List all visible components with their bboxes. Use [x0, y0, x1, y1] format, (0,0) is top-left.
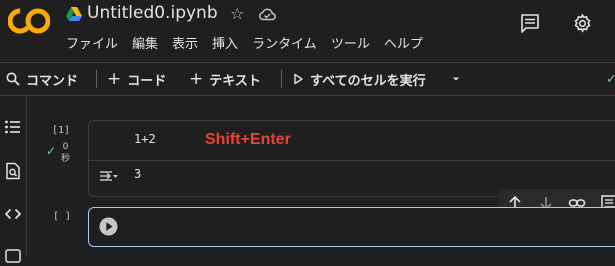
colab-logo[interactable] — [8, 6, 50, 36]
plus-icon: + — [107, 69, 122, 89]
table-of-contents-icon[interactable] — [4, 118, 22, 136]
run-cell-button[interactable] — [99, 217, 118, 236]
output-actions-icon[interactable] — [99, 169, 119, 183]
command-palette-button[interactable]: コマンド — [6, 63, 78, 95]
toolbar-divider — [281, 70, 282, 88]
code-snippets-icon[interactable] — [4, 205, 22, 223]
add-text-button[interactable]: + テキスト — [189, 63, 261, 95]
command-label: コマンド — [26, 73, 79, 89]
chevron-down-icon — [453, 77, 459, 81]
menu-file[interactable]: ファイル — [66, 33, 118, 52]
menu-insert[interactable]: 挿入 — [212, 33, 238, 52]
run-all-label: すべてのセルを実行 — [310, 73, 426, 89]
shortcut-annotation: Shift+Enter — [205, 131, 291, 148]
menu-tools[interactable]: ツール — [331, 33, 370, 52]
settings-icon[interactable] — [572, 13, 593, 34]
toolbar-divider — [96, 70, 97, 88]
notebook-title[interactable]: Untitled0.ipynb — [87, 3, 218, 23]
run-all-dropdown[interactable] — [451, 63, 461, 95]
drive-icon[interactable] — [66, 6, 82, 22]
execution-count: [ ] — [53, 211, 72, 222]
star-icon[interactable]: ☆ — [230, 4, 244, 23]
connected-check-icon[interactable]: ✓ — [606, 72, 615, 87]
execution-count: [1] — [52, 125, 71, 136]
terminal-icon[interactable] — [4, 248, 22, 266]
add-text-label: テキスト — [209, 73, 261, 89]
execution-time: 0 秒 — [61, 142, 71, 164]
menu-edit[interactable]: 編集 — [132, 33, 158, 52]
add-code-label: コード — [127, 73, 167, 89]
left-sidebar — [0, 96, 27, 263]
find-replace-icon[interactable] — [4, 162, 22, 180]
add-code-button[interactable]: + コード — [107, 63, 166, 95]
cell-output: 3 — [134, 167, 142, 181]
comments-icon[interactable] — [520, 13, 540, 33]
run-all-button[interactable]: すべてのセルを実行 — [292, 63, 426, 95]
menu-bar: ファイル 編集 表示 挿入 ランタイム ツール ヘルプ — [66, 33, 423, 52]
search-icon — [6, 72, 20, 86]
cloud-saved-icon[interactable] — [258, 7, 276, 21]
toolbar-bottom-divider — [0, 95, 615, 96]
plus-icon: + — [189, 69, 204, 89]
code-editor-text[interactable]: 1+2 — [134, 132, 156, 146]
menu-view[interactable]: 表示 — [172, 33, 198, 52]
menu-runtime[interactable]: ランタイム — [252, 33, 317, 52]
menu-help[interactable]: ヘルプ — [384, 33, 423, 52]
active-code-cell[interactable] — [88, 207, 615, 247]
toolbar: コマンド + コード + テキスト すべてのセルを実行 ✓ — [0, 62, 615, 95]
run-success-check-icon: ✓ — [46, 144, 57, 158]
code-cell[interactable] — [88, 120, 615, 197]
play-outline-icon — [294, 73, 303, 85]
output-divider — [89, 160, 615, 161]
